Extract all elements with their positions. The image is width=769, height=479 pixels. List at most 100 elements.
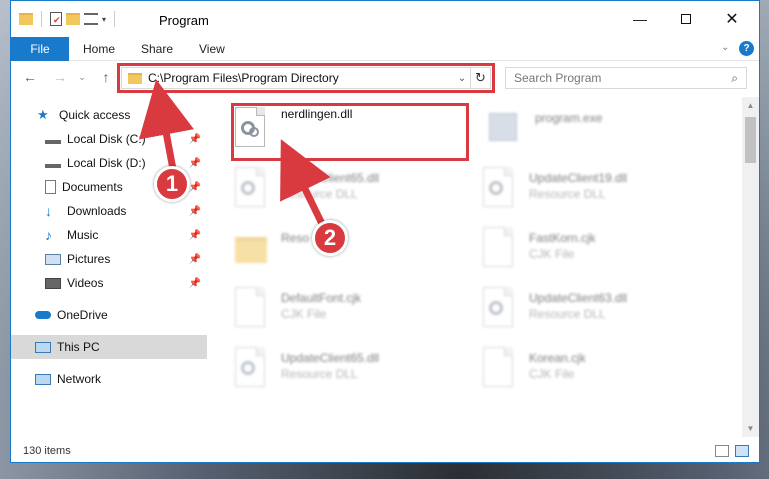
tab-view[interactable]: View (185, 37, 239, 61)
file-name: Korean.cjk (529, 351, 586, 365)
separator (114, 11, 116, 27)
sidebar-item-onedrive[interactable]: OneDrive (11, 303, 207, 327)
dll-file-icon (483, 167, 519, 211)
details-view-icon[interactable] (715, 445, 729, 457)
folder-icon (19, 13, 33, 25)
file-type: Resource DLL (529, 187, 606, 201)
sidebar-item-this-pc[interactable]: This PC (11, 335, 207, 359)
search-input[interactable]: Search Program ⌕ (505, 67, 747, 89)
drive-icon (45, 158, 61, 168)
file-type: Resource DLL (529, 307, 606, 321)
file-item[interactable]: Reso (235, 223, 475, 279)
file-item[interactable]: UpdateClient19.dll Resource DLL (483, 163, 723, 219)
dll-file-icon (235, 167, 271, 211)
sidebar-item-label: Downloads (67, 204, 127, 218)
sidebar-item-local-disk-c[interactable]: Local Disk (C:) 📌 (11, 127, 207, 151)
cloud-icon (35, 311, 51, 319)
file-type: CJK File (529, 367, 575, 381)
file-icon (483, 227, 519, 271)
pin-icon[interactable]: 📌 (189, 206, 201, 217)
scroll-up-icon[interactable]: ▲ (742, 97, 759, 114)
ribbon: File Home Share View ⌄ ? (11, 37, 759, 61)
sidebar-item-quick-access[interactable]: ★ Quick access (11, 103, 207, 127)
address-bar-row: ← → ⌄ ↑ C:\Program Files\Program Directo… (11, 61, 759, 95)
item-count: 130 items (23, 445, 71, 457)
network-icon (35, 373, 51, 385)
large-icons-view-icon[interactable] (735, 445, 749, 457)
sidebar-item-downloads[interactable]: ↓ Downloads 📌 (11, 199, 207, 223)
chevron-down-icon[interactable]: ⌄ (73, 72, 91, 83)
pin-icon[interactable]: 📌 (189, 278, 201, 289)
new-folder-icon[interactable] (66, 13, 80, 25)
file-highlight-box (231, 103, 469, 161)
chevron-down-icon[interactable]: ⌄ (721, 42, 729, 53)
pictures-icon (45, 253, 61, 265)
sidebar-item-label: Local Disk (D:) (67, 156, 146, 170)
chevron-down-icon[interactable]: ▾ (102, 15, 106, 24)
sidebar-item-label: Local Disk (C:) (67, 132, 146, 146)
properties-icon[interactable]: ✔ (50, 12, 62, 26)
file-item[interactable]: UpdateClient65.dll Resource DLL (235, 163, 475, 219)
file-type: CJK File (529, 247, 575, 261)
back-arrow-icon[interactable]: ← (21, 69, 39, 85)
file-item[interactable]: UpdateClient63.dll Resource DLL (483, 283, 723, 339)
separator (41, 11, 42, 27)
minimize-button[interactable]: — (617, 1, 663, 37)
download-icon: ↓ (45, 203, 52, 219)
maximize-button[interactable] (663, 1, 709, 37)
dll-file-icon (235, 347, 271, 391)
folder-icon (235, 227, 271, 271)
tab-file[interactable]: File (11, 37, 69, 61)
pin-icon[interactable]: 📌 (189, 254, 201, 265)
scroll-thumb[interactable] (745, 117, 756, 163)
music-icon: ♪ (45, 227, 52, 243)
step-badge-1: 1 (154, 166, 190, 202)
vertical-scrollbar[interactable]: ▲ ▼ (742, 97, 759, 437)
tab-home[interactable]: Home (69, 37, 129, 61)
file-type: Resource DLL (281, 367, 358, 381)
file-item[interactable]: DefaultFont.cjk CJK File (235, 283, 475, 339)
pin-icon[interactable]: 📌 (189, 158, 201, 169)
sidebar-item-music[interactable]: ♪ Music 📌 (11, 223, 207, 247)
dll-file-icon (483, 287, 519, 331)
file-item-program-exe[interactable]: program.exe (489, 103, 729, 159)
pin-icon[interactable]: 📌 (189, 134, 201, 145)
sidebar-item-label: Music (67, 228, 99, 242)
file-name: Reso (281, 231, 310, 245)
sidebar-item-label: Videos (67, 276, 104, 290)
address-highlight-box (117, 63, 495, 93)
forward-arrow-icon[interactable]: → (51, 69, 69, 85)
sidebar-item-label: Quick access (59, 108, 131, 122)
explorer-window: ✔ ▾ Program — ✕ File Home Share View ⌄ ?… (10, 0, 760, 463)
sidebar-item-label: OneDrive (57, 308, 108, 322)
customize-icon[interactable] (84, 13, 98, 25)
file-type: Resource DLL (281, 187, 358, 201)
window-title: Program (159, 13, 209, 28)
pin-icon[interactable]: 📌 (189, 230, 201, 241)
videos-icon (45, 277, 61, 289)
tab-share[interactable]: Share (127, 37, 187, 61)
file-item[interactable]: UpdateClient65.dll Resource DLL (235, 343, 475, 399)
close-button[interactable]: ✕ (709, 1, 755, 37)
pin-icon[interactable]: 📌 (189, 182, 201, 193)
documents-icon (45, 180, 56, 194)
navigation-pane: ★ Quick access Local Disk (C:) 📌 Local D… (11, 97, 207, 437)
sidebar-item-pictures[interactable]: Pictures 📌 (11, 247, 207, 271)
star-icon: ★ (37, 107, 49, 122)
help-icon[interactable]: ? (739, 41, 754, 56)
search-icon[interactable]: ⌕ (731, 71, 738, 86)
file-item[interactable]: Korean.cjk CJK File (483, 343, 723, 399)
sidebar-item-network[interactable]: Network (11, 367, 207, 391)
scroll-down-icon[interactable]: ▼ (742, 420, 759, 437)
file-item[interactable]: FastKorn.cjk CJK File (483, 223, 723, 279)
sidebar-item-label: Network (57, 372, 102, 386)
file-icon (483, 347, 519, 391)
file-type: CJK File (281, 307, 327, 321)
file-list: nerdlingen.dll program.exe UpdateClient6… (211, 97, 741, 437)
sidebar-item-videos[interactable]: Videos 📌 (11, 271, 207, 295)
file-icon (235, 287, 271, 331)
drive-icon (45, 134, 61, 144)
up-arrow-icon[interactable]: ↑ (97, 69, 115, 85)
file-name: UpdateClient19.dll (529, 171, 628, 185)
title-bar: ✔ ▾ Program — ✕ (11, 1, 759, 37)
